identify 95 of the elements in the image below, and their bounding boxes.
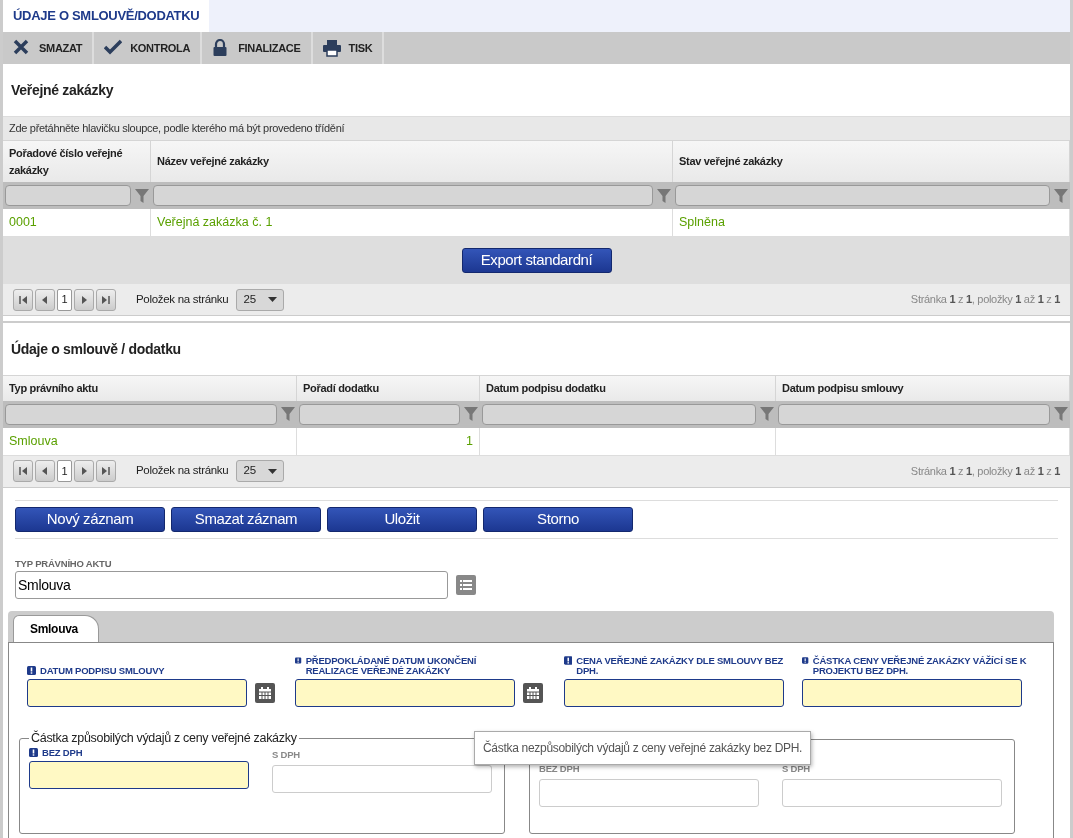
next-page-button[interactable] (74, 288, 94, 311)
last-page-icon (101, 294, 111, 305)
list-button[interactable] (456, 574, 476, 595)
table-cell: 0001 (3, 209, 151, 237)
input-field[interactable] (27, 678, 247, 707)
close-icon (13, 39, 31, 57)
filter-icon[interactable] (760, 406, 774, 422)
pager-status: Stránka 1 z 1, položky 1 až 1 z 1 (910, 463, 1060, 479)
page-tab[interactable]: ÚDAJE O SMLOUVĚ/DODATKU (3, 0, 210, 32)
last-page-icon (101, 466, 111, 476)
column-header[interactable]: Pořadí dodatku (297, 375, 480, 401)
last-page-button[interactable] (96, 288, 116, 311)
filter-field[interactable] (153, 185, 653, 206)
section-title: Údaje o smlouvě / dodatku (10, 339, 182, 359)
filter-field[interactable] (778, 403, 1050, 425)
per-page-label: Položek na stránku (136, 463, 229, 479)
required-icon (563, 655, 573, 665)
field-label: S DPH (272, 747, 302, 762)
filter-icon[interactable] (135, 187, 149, 204)
pager-status: Stránka 1 z 1, položky 1 až 1 z 1 (910, 292, 1060, 308)
filter-icon[interactable] (281, 406, 295, 422)
next-page-button[interactable] (74, 460, 94, 482)
column-header[interactable]: Datum podpisu smlouvy (776, 375, 1070, 401)
calendar-button[interactable] (255, 682, 275, 703)
triangle-right-icon (79, 294, 89, 305)
caret-icon (268, 468, 278, 474)
filter-icon[interactable] (1054, 406, 1068, 422)
group-hint: Zde přetáhněte hlavičku sloupce, podle kterého má být provedeno třídění (3, 116, 1070, 140)
column-header[interactable]: Pořadové číslo veřejné zakázky (3, 140, 151, 182)
table-cell: Veřejná zakázka č. 1 (151, 209, 673, 237)
field-label: PŘEDPOKLÁDANÉ DATUM UKONČENÍ REALIZACE VEŘEJNÉ ZAKÁZKY (305, 655, 478, 676)
printer-icon (322, 39, 341, 57)
field-label: CENA VEŘEJNÉ ZAKÁZKY DLE SMLOUVY BEZ DPH. (576, 655, 785, 676)
page-number[interactable]: 1 (57, 288, 72, 311)
triangle-right-icon (79, 466, 89, 476)
required-icon (27, 665, 36, 675)
input-field[interactable] (29, 760, 249, 789)
filter-field[interactable] (482, 403, 756, 425)
first-page-icon (18, 294, 28, 305)
calendar-button[interactable] (523, 682, 544, 703)
page-number[interactable]: 1 (57, 460, 72, 482)
filter-icon[interactable] (657, 187, 671, 204)
action-button[interactable]: Uložit (327, 506, 477, 532)
action-button[interactable]: Smazat záznam (171, 506, 321, 532)
table-cell: Smlouva (3, 427, 297, 456)
required-icon (295, 655, 302, 665)
field-label: BEZ DPH (42, 747, 83, 758)
caret-icon (268, 297, 278, 302)
required-icon (29, 747, 38, 757)
table-cell: 1 (297, 427, 480, 456)
legal-act-field[interactable]: Smlouva (15, 570, 448, 599)
column-header[interactable]: Datum podpisu dodatku (480, 375, 776, 401)
input-field[interactable] (295, 678, 516, 707)
filter-icon[interactable] (464, 406, 478, 422)
triangle-left-icon (40, 294, 50, 305)
table-cell: Splněna (673, 209, 1070, 237)
per-page-select[interactable]: 25 (236, 288, 285, 311)
toolbar-button[interactable]: KONTROLA (94, 32, 203, 64)
input-field[interactable] (802, 678, 1023, 707)
last-page-button[interactable] (96, 460, 116, 482)
required-icon (802, 655, 809, 665)
field-label: DATUM PODPISU SMLOUVY (40, 665, 165, 676)
toolbar-button[interactable]: SMAZAT (3, 32, 95, 64)
field-label: TYP PRÁVNÍHO AKTU (15, 556, 113, 571)
filter-field[interactable] (5, 403, 277, 425)
previous-page-button[interactable] (35, 460, 55, 482)
filter-icon[interactable] (1054, 187, 1068, 204)
triangle-left-icon (40, 466, 50, 476)
check-icon (104, 39, 123, 57)
fieldset-legend: Částka způsobilých výdajů z ceny veřejné zakázky (29, 728, 299, 748)
filter-field[interactable] (299, 403, 460, 425)
field-label: ČÁSTKA CENY VEŘEJNÉ ZAKÁZKY VÁŽÍCÍ SE K PROJEKTU BEZ DPH. (812, 655, 1028, 676)
column-header[interactable]: Typ právního aktu (3, 375, 297, 401)
filter-field[interactable] (5, 185, 131, 206)
previous-page-button[interactable] (35, 288, 55, 311)
action-button[interactable]: Storno (483, 506, 633, 532)
calendar-icon (259, 686, 271, 699)
toolbar-button[interactable]: TISK (312, 32, 385, 64)
calendar-icon (527, 686, 540, 699)
column-header[interactable]: Stav veřejné zakázky (673, 140, 1070, 182)
tooltip: Částka nezpůsobilých výdajů z ceny veřejné zakázky bez DPH. (474, 730, 812, 765)
toolbar-button[interactable]: FINALIZACE (202, 32, 313, 64)
column-header[interactable]: Název veřejné zakázky (151, 140, 673, 182)
per-page-select[interactable]: 25 (236, 460, 285, 482)
per-page-label: Položek na stránku (136, 291, 229, 307)
first-page-button[interactable] (13, 288, 33, 311)
input-field[interactable] (563, 678, 784, 707)
action-button[interactable]: Nový záznam (15, 506, 165, 532)
list-icon (460, 579, 472, 590)
filter-field[interactable] (675, 185, 1050, 206)
first-page-icon (18, 466, 28, 476)
export-button[interactable]: Export standardní (461, 248, 612, 273)
first-page-button[interactable] (13, 460, 33, 482)
form-tab[interactable]: Smlouva (13, 614, 99, 642)
section-title: Veřejné zakázky (10, 80, 115, 100)
